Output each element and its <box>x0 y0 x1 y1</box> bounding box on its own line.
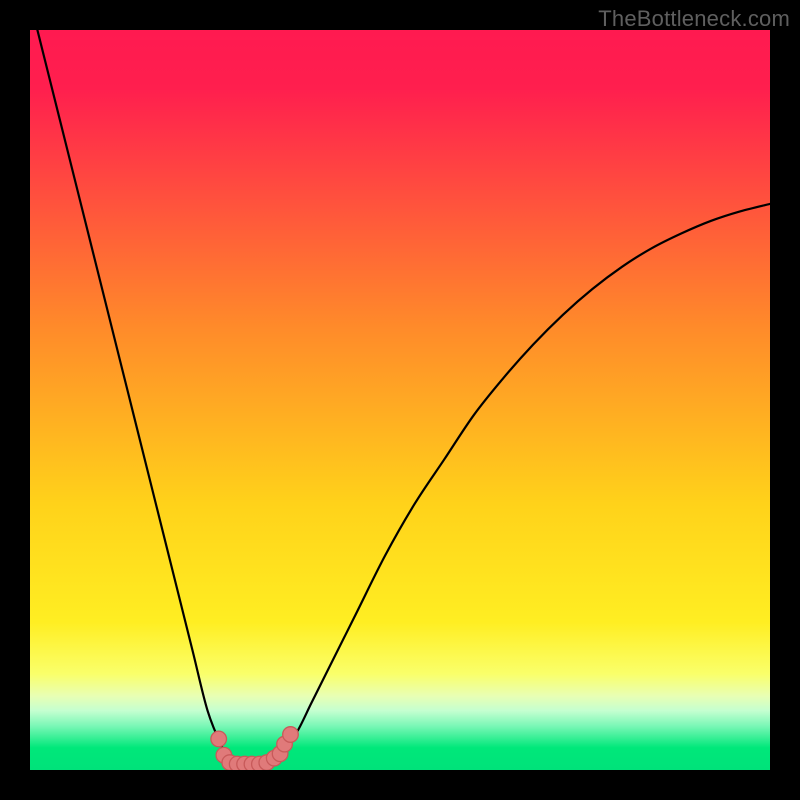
chart-frame: TheBottleneck.com <box>0 0 800 800</box>
attribution-text: TheBottleneck.com <box>598 6 790 32</box>
data-marker <box>283 727 299 743</box>
chart-svg <box>30 30 770 770</box>
gradient-bg <box>30 30 770 770</box>
data-marker <box>211 731 227 747</box>
plot-area <box>30 30 770 770</box>
